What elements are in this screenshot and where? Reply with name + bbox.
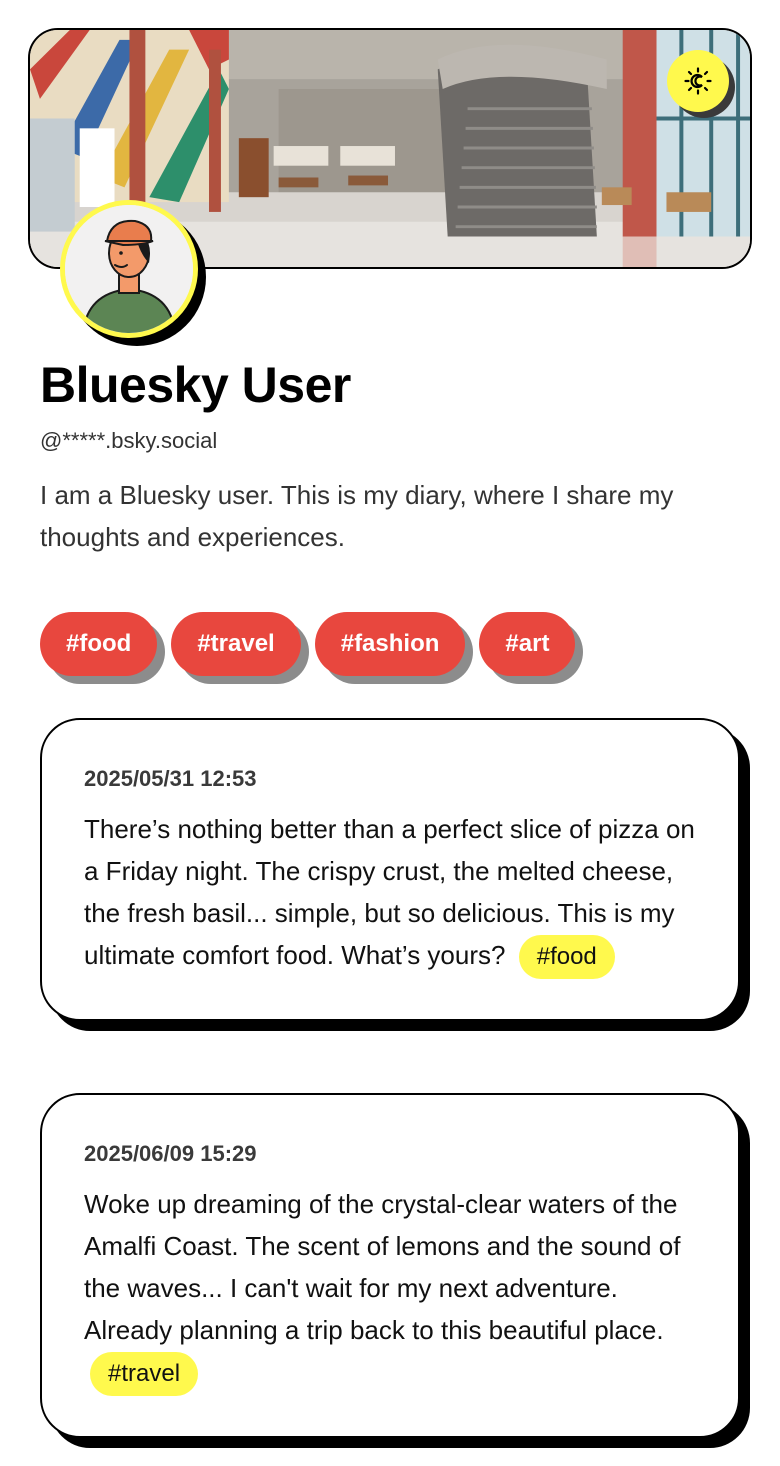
tag-chip-food: #food (40, 612, 166, 684)
post-date: 2025/05/31 12:53 (84, 766, 257, 791)
post-card[interactable]: 2025/05/31 12:53 There’s nothing better … (40, 718, 740, 1022)
display-name: Bluesky User (40, 357, 351, 413)
user-handle: @*****.bsky.social (40, 428, 218, 453)
tag-chip-travel: #travel (171, 612, 309, 684)
tag-button-fashion[interactable]: #fashion (314, 612, 466, 676)
tag-button-art[interactable]: #art (479, 612, 576, 676)
theme-toggle-button[interactable] (667, 50, 729, 112)
tag-chip-fashion: #fashion (314, 612, 474, 684)
tag-button-travel[interactable]: #travel (171, 612, 301, 676)
profile-bio: I am a Bluesky user. This is my diary, w… (40, 480, 674, 552)
post-body: Woke up dreaming of the crystal-clear wa… (84, 1183, 696, 1397)
avatar-wrapper (60, 200, 210, 350)
tag-chip-art: #art (479, 612, 584, 684)
post-tag-food[interactable]: #food (518, 935, 615, 980)
post-card[interactable]: 2025/06/09 15:29 Woke up dreaming of the… (40, 1093, 740, 1439)
post-date: 2025/06/09 15:29 (84, 1141, 257, 1166)
profile-page: Bluesky User @*****.bsky.social I am a B… (0, 0, 780, 1466)
post-card-2: 2025/06/09 15:29 Woke up dreaming of the… (40, 1093, 750, 1449)
post-body: There’s nothing better than a perfect sl… (84, 808, 696, 980)
avatar[interactable] (60, 200, 198, 338)
tag-button-food[interactable]: #food (40, 612, 158, 676)
theme-toggle (667, 50, 735, 118)
post-card-1: 2025/05/31 12:53 There’s nothing better … (40, 718, 750, 1032)
post-text: Woke up dreaming of the crystal-clear wa… (84, 1189, 681, 1345)
user-avatar-illustration (65, 205, 193, 333)
sun-moon-icon (684, 67, 712, 95)
post-tag-travel[interactable]: #travel (90, 1352, 199, 1397)
tag-list: #food #travel #fashion #art (40, 612, 584, 684)
